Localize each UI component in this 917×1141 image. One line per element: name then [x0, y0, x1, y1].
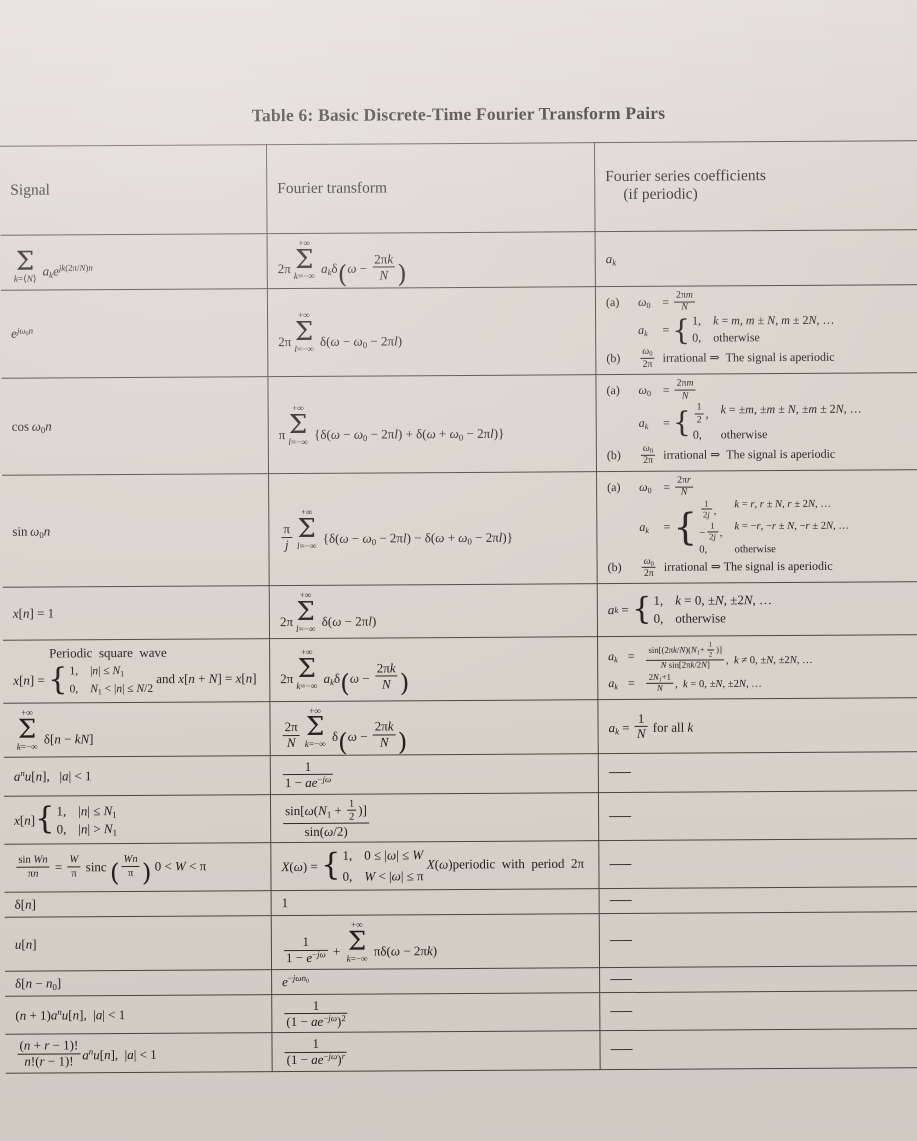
case-label-b: (b)	[606, 351, 621, 366]
em-dash-placeholder	[610, 1010, 633, 1012]
coefficients-cell	[599, 1028, 917, 1070]
signal-cell: cos ω0n	[1, 376, 269, 476]
em-dash-placeholder	[609, 815, 632, 817]
transform-cell: X(ω) = { 1, 0 ≤ |ω| ≤ W 0, W < |ω| ≤ π X(ω…	[270, 841, 600, 892]
coefficients-cell: (a) ω0 = 2πm N ak = { 1, k = m, m ± N, m ±…	[595, 283, 917, 375]
table-row: anu[n], |a| < 1 11 − ae−jω	[3, 751, 917, 796]
column-header-fourier-transform: Fourier transform	[266, 142, 596, 234]
transform-cell: 1 (1 − ae−jω)r	[271, 1031, 601, 1072]
signal-cell: u[n]	[4, 916, 272, 972]
case-label-b: (b)	[606, 447, 621, 463]
coefficients-cell	[598, 751, 917, 793]
transform-cell: 2π N +∞ Σk=−∞ δ(ω − 2πk N)	[269, 699, 599, 757]
transform-cell: 2π +∞ Σl=−∞ δ(ω − ω0 − 2πl)	[267, 286, 596, 377]
transform-cell: sin[ω(N1 + 1 2)] sin(ω/2)	[270, 792, 599, 844]
transform-cell: e−jωn0	[271, 967, 600, 995]
table-row: +∞ Σk=−∞ δ[n − kN] 2π N +∞ Σk=−∞ δ(ω − 2πk N)…	[3, 696, 917, 758]
coefficients-cell: (a) ω0 = 2πr N ak = { 1 2j, k = r, r ± N, r…	[596, 469, 917, 585]
signal-cell: δ[n]	[4, 891, 272, 918]
table-row: Σk=⟨N⟩ akejk(2π/N)n 2π +∞ Σk=−∞ akδ(ω − 2π…	[0, 229, 917, 290]
transform-cell: 11 − ae−jω	[270, 753, 599, 795]
em-dash-placeholder	[610, 1049, 633, 1051]
transform-cell: 2π +∞ Σk=−∞ akδ(ω − 2πk N)	[267, 231, 596, 289]
coefficients-cell: ak = 1N for all k	[597, 696, 917, 754]
table-container: Signal Fourier transform Fourier series …	[0, 140, 917, 1074]
em-dash-placeholder	[610, 978, 633, 980]
coefficients-cell	[599, 965, 917, 993]
case-label-a: (a)	[606, 383, 620, 398]
table-row: x[n] = 1 2π +∞ Σl=−∞ δ(ω − 2πl) ak = { 1, k…	[2, 581, 917, 641]
signal-cell: Periodic square wave x[n] = { 1, |n| ≤ N1…	[3, 639, 270, 703]
column-header-signal: Signal	[0, 144, 268, 236]
transform-cell: 11 − e−jω + +∞ Σk=−∞ πδ(ω − 2πk)	[271, 914, 600, 970]
header-coefficients-line1: Fourier series coefficients	[605, 167, 766, 186]
table-row: (n + r − 1)! n!(r − 1)! anu[n], |a| < 1 1(…	[5, 1028, 917, 1074]
coefficients-cell: ak = { 1, k = 0, ±N, ±2N, … 0, otherwise	[597, 581, 917, 638]
table-row: (n + 1)anu[n], |a| < 1 1 (1 − ae−jω)2	[5, 990, 917, 1035]
header-row: Signal Fourier transform Fourier series …	[0, 140, 917, 236]
square-wave-label: Periodic square wave	[49, 645, 167, 661]
signal-cell: anu[n], |a| < 1	[3, 755, 271, 796]
coefficients-cell	[599, 886, 917, 915]
table-body: Σk=⟨N⟩ akejk(2π/N)n 2π +∞ Σk=−∞ akδ(ω − 2π…	[0, 229, 917, 1074]
transform-cell: π +∞ Σl=−∞ {δ(ω − ω0 − 2πl) + δ(ω + ω0 − 2…	[267, 374, 597, 474]
signal-cell: ejω0n	[0, 288, 268, 379]
page-title: Table 6: Basic Discrete-Time Fourier Tra…	[251, 102, 666, 126]
table-row: sin Wn πn = Wπ sinc (Wn π) 0 < W < π X(ω) …	[4, 838, 917, 893]
signal-cell: x[n] = 1	[2, 586, 270, 641]
header-coefficients-line2: (if periodic)	[623, 185, 698, 203]
coefficients-cell: (a) ω0 = 2πm N ak = { 12,k = ±m, ±m ± N, …	[595, 372, 917, 472]
table-row: Periodic square wave x[n] = { 1, |n| ≤ N1…	[3, 634, 917, 703]
coefficients-cell	[599, 990, 917, 1032]
signal-cell: Σk=⟨N⟩ akejk(2π/N)n	[0, 233, 268, 290]
signal-cell: x[n]{ 1, |n| ≤ N1 0, |n| > N1	[3, 794, 271, 845]
table-row: cos ω0n π +∞ Σl=−∞ {δ(ω − ω0 − 2πl) + δ(ω …	[1, 372, 917, 476]
transform-cell: 1 (1 − ae−jω)2	[271, 992, 600, 1034]
em-dash-placeholder	[609, 939, 632, 941]
em-dash-placeholder	[609, 863, 632, 866]
table-row: ejω0n 2π +∞ Σl=−∞ δ(ω − ω0 − 2πl) (a) ω0 =…	[0, 283, 917, 379]
transform-cell: 1	[271, 889, 600, 917]
column-header-fourier-series-coefficients: Fourier series coefficients (if periodic…	[594, 140, 917, 232]
coefficients-cell	[598, 838, 917, 890]
signal-cell: sin Wn πn = Wπ sinc (Wn π) 0 < W < π	[4, 843, 272, 893]
signal-cell: (n + r − 1)! n!(r − 1)! anu[n], |a| < 1	[5, 1033, 273, 1074]
em-dash-placeholder	[609, 900, 632, 902]
table-header: Signal Fourier transform Fourier series …	[0, 140, 917, 236]
signal-cell: +∞ Σk=−∞ δ[n − kN]	[3, 701, 271, 758]
em-dash-placeholder	[608, 771, 631, 773]
dtft-pairs-table: Signal Fourier transform Fourier series …	[0, 140, 917, 1074]
table-row: u[n] 11 − e−jω + +∞ Σk=−∞ πδ(ω − 2πk)	[4, 911, 917, 972]
case-label-a: (a)	[607, 479, 621, 494]
coefficients-cell	[599, 911, 917, 968]
transform-cell: 2π +∞ Σl=−∞ δ(ω − 2πl)	[269, 584, 598, 640]
signal-cell: δ[n − n0]	[5, 969, 272, 997]
table-row: x[n]{ 1, |n| ≤ N1 0, |n| > N1 sin[ω(N1 + 1…	[3, 790, 917, 845]
table-row: sin ω0n π j +∞ Σl=−∞ {δ(ω − ω0 − 2πl) − δ(ω…	[2, 469, 917, 588]
coefficients-cell: ak	[595, 229, 917, 287]
coefficients-cell: ak = sin[(2πk/N)(N1+ 1 2)] N sin[2πk/2N], k …	[597, 634, 917, 700]
signal-cell: sin ω0n	[2, 473, 270, 588]
coefficients-cell	[598, 790, 917, 842]
case-label-b: (b)	[607, 560, 622, 575]
transform-cell: π j +∞ Σl=−∞ {δ(ω − ω0 − 2πl) − δ(ω + ω0 − …	[268, 471, 598, 587]
transform-cell: 2π +∞ Σk=−∞ akδ(ω − 2πk N)	[269, 637, 598, 702]
case-label-a: (a)	[605, 294, 620, 309]
signal-cell: (n + 1)anu[n], |a| < 1	[5, 994, 272, 1035]
